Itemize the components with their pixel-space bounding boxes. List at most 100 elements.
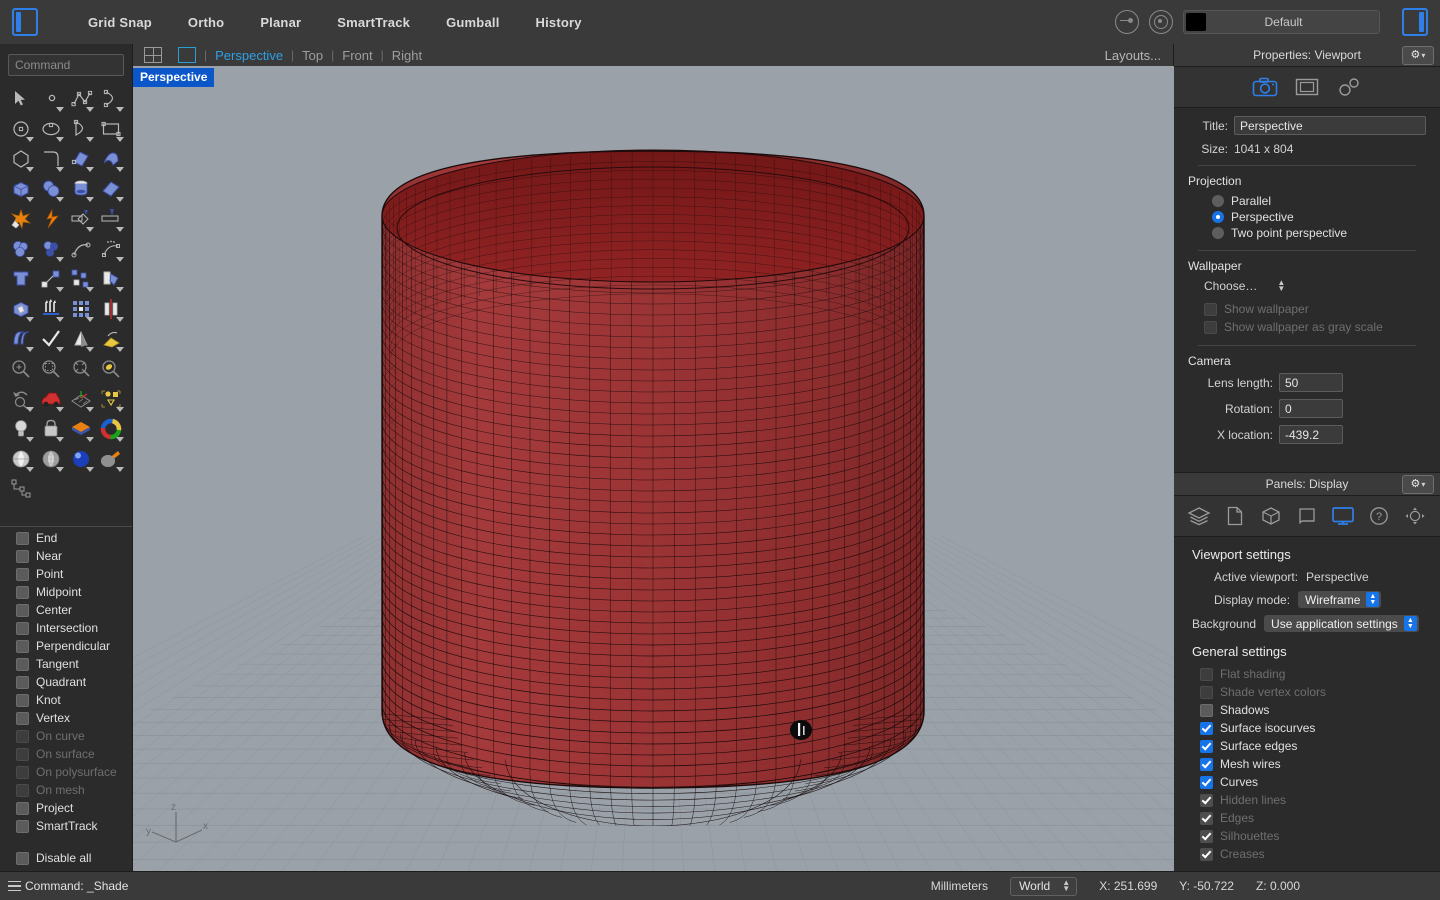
layer-selector[interactable]: Default [1183, 10, 1380, 34]
flyout-triangle-icon[interactable] [56, 107, 64, 112]
flyout-triangle-icon[interactable] [86, 407, 94, 412]
curve-edit-tool[interactable] [66, 234, 96, 264]
background-select[interactable]: Use application settings ▲ ▼ [1264, 615, 1419, 632]
flyout-triangle-icon[interactable] [56, 317, 64, 322]
point-tool[interactable] [36, 84, 66, 114]
osnap-item-on-mesh[interactable]: On mesh [0, 781, 132, 799]
sweep-tool[interactable] [96, 144, 126, 174]
flyout-triangle-icon[interactable] [86, 227, 94, 232]
flyout-triangle-icon[interactable] [86, 347, 94, 352]
flyout-triangle-icon[interactable] [56, 437, 64, 442]
four-view-layout-icon[interactable] [144, 47, 162, 63]
split-tool[interactable] [96, 204, 126, 234]
osnap-item-vertex[interactable]: Vertex [0, 709, 132, 727]
osnap-item-on-curve[interactable]: On curve [0, 727, 132, 745]
osnap-item-on-surface[interactable]: On surface [0, 745, 132, 763]
flyout-triangle-icon[interactable] [86, 437, 94, 442]
offset-surface-tool[interactable] [6, 324, 36, 354]
display-setting-shadows[interactable]: Shadows [1192, 701, 1426, 719]
flyout-triangle-icon[interactable] [116, 317, 124, 322]
flyout-triangle-icon[interactable] [56, 137, 64, 142]
flyout-triangle-icon[interactable] [26, 347, 34, 352]
flyout-triangle-icon[interactable] [86, 467, 94, 472]
display-icon[interactable] [1330, 504, 1356, 528]
rendered-view-icon[interactable] [66, 444, 96, 474]
curve-points-tool[interactable] [96, 234, 126, 264]
cursor-arrow[interactable] [6, 84, 36, 114]
toggle-gumball[interactable]: Gumball [446, 15, 499, 30]
scale-tool[interactable] [36, 264, 66, 294]
display-setting-mesh-wires[interactable]: Mesh wires [1192, 755, 1426, 773]
check-tool[interactable] [36, 324, 66, 354]
named-views-icon[interactable] [6, 474, 36, 504]
tab-right[interactable]: Right [392, 48, 422, 63]
mirror-tool[interactable] [96, 294, 126, 324]
boolean-union-icon[interactable] [6, 234, 36, 264]
plane-tool[interactable] [96, 174, 126, 204]
flyout-triangle-icon[interactable] [56, 257, 64, 262]
lock-icon[interactable] [36, 414, 66, 444]
box-tool[interactable] [6, 174, 36, 204]
display-setting-shade-vertex-colors[interactable]: Shade vertex colors [1192, 683, 1426, 701]
osnap-disable-all[interactable]: Disable all [0, 849, 132, 867]
boolean-split-tool[interactable] [6, 294, 36, 324]
tab-perspective[interactable]: Perspective [215, 48, 283, 63]
notes-icon[interactable] [1222, 504, 1248, 528]
help-icon[interactable]: ? [1366, 504, 1392, 528]
color-wheel-icon[interactable] [96, 414, 126, 444]
polygon-tool[interactable] [6, 144, 36, 174]
zoom-window-icon[interactable] [36, 354, 66, 384]
flyout-triangle-icon[interactable] [116, 167, 124, 172]
flyout-triangle-icon[interactable] [116, 137, 124, 142]
tab-front[interactable]: Front [342, 48, 372, 63]
single-view-layout-icon[interactable] [178, 47, 196, 63]
boolean-diff-icon[interactable] [36, 234, 66, 264]
ghosted-view-icon[interactable] [36, 444, 66, 474]
cplane-select[interactable]: World ▲ ▼ [1010, 876, 1078, 896]
text-tool[interactable] [6, 264, 36, 294]
flyout-triangle-icon[interactable] [26, 317, 34, 322]
radio-parallel[interactable]: Parallel [1188, 193, 1426, 209]
right-panel-toggle-icon[interactable] [1402, 8, 1428, 36]
toggle-ortho[interactable]: Ortho [188, 15, 224, 30]
command-input[interactable]: Command [8, 54, 124, 76]
display-setting-silhouettes[interactable]: Silhouettes [1192, 827, 1426, 845]
spotlight-icon[interactable] [96, 444, 126, 474]
flyout-triangle-icon[interactable] [26, 257, 34, 262]
x-location-input[interactable]: -439.2 [1279, 425, 1343, 444]
trim-tool[interactable] [66, 204, 96, 234]
toggle-history[interactable]: History [536, 15, 582, 30]
explode-tool[interactable] [6, 204, 36, 234]
toggle-smarttrack[interactable]: SmartTrack [337, 15, 410, 30]
toggle-planar[interactable]: Planar [260, 15, 301, 30]
flyout-triangle-icon[interactable] [26, 167, 34, 172]
osnap-item-center[interactable]: Center [0, 601, 132, 619]
mesh-tool[interactable] [96, 324, 126, 354]
rotate-tool[interactable] [96, 264, 126, 294]
surface-tool[interactable] [66, 144, 96, 174]
flyout-triangle-icon[interactable] [116, 197, 124, 202]
undo-view-icon[interactable] [6, 384, 36, 414]
material-icon[interactable] [66, 414, 96, 444]
layers-icon[interactable] [1186, 504, 1212, 528]
flyout-triangle-icon[interactable] [56, 287, 64, 292]
zoom-selected-icon[interactable] [66, 354, 96, 384]
layouts-button[interactable]: Layouts... [1105, 48, 1161, 63]
flyout-triangle-icon[interactable] [56, 467, 64, 472]
sphere-tool[interactable] [36, 174, 66, 204]
osnap-item-midpoint[interactable]: Midpoint [0, 583, 132, 601]
flyout-triangle-icon[interactable] [116, 107, 124, 112]
select-objects-icon[interactable] [96, 384, 126, 414]
cplane-icon[interactable] [66, 384, 96, 414]
display-mode-select[interactable]: Wireframe ▲ ▼ [1298, 591, 1382, 608]
flyout-triangle-icon[interactable] [86, 107, 94, 112]
links-icon[interactable] [1336, 75, 1362, 99]
flyout-triangle-icon[interactable] [116, 467, 124, 472]
osnap-item-perpendicular[interactable]: Perpendicular [0, 637, 132, 655]
flyout-triangle-icon[interactable] [116, 227, 124, 232]
flyout-triangle-icon[interactable] [56, 407, 64, 412]
osnap-item-tangent[interactable]: Tangent [0, 655, 132, 673]
wallpaper-stepper-icon[interactable]: ▲ ▼ [1275, 278, 1287, 293]
fillet-tool[interactable] [36, 144, 66, 174]
radio-perspective[interactable]: Perspective [1188, 209, 1426, 225]
